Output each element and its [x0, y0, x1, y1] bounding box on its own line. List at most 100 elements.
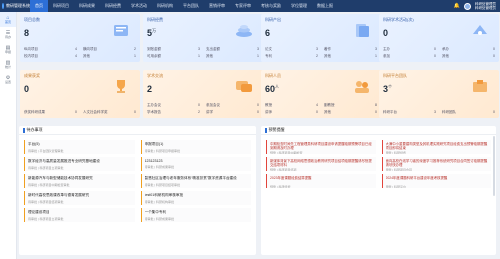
nav-item-0[interactable]: 首页	[30, 0, 48, 12]
todo-item[interactable]: 数字经济与高质量发展推进专业研究基地建设 待审批 | 科研项目立项审批	[24, 157, 135, 171]
meta-label: 讲学	[206, 110, 213, 114]
meta-value: 3	[316, 47, 318, 51]
meta-label: 其他	[324, 54, 331, 58]
stat-card-6[interactable]: 科研人员 60人 教授 4 副教授 8 讲师 0 其他 0	[261, 70, 381, 118]
user-info[interactable]: 科研处管理员 科研处管理员	[475, 2, 496, 10]
logo-icon	[2, 3, 4, 9]
meta-label: 学术报告	[147, 110, 161, 114]
stat-card-meta: 科研平台 3	[383, 110, 436, 115]
meta-label: 其他	[206, 54, 213, 58]
meta-value: 0	[434, 47, 436, 51]
meta-value: 1	[375, 54, 377, 58]
stat-card-1[interactable]: 科研经费 5万 到账金额 3 支出金额 3 可用余额 1 其他 1	[143, 14, 263, 62]
logo-text: 教研管理系统	[6, 3, 30, 8]
todo-item[interactable]: 一个集中专利 待审批 | 科研成果审批	[140, 208, 251, 222]
bell-icon[interactable]: 🔔	[454, 3, 460, 9]
meta-label: 讲师	[265, 110, 272, 114]
todo-panel-title: 待办事项	[26, 127, 43, 132]
warning-item[interactable]: 2024年度课题科研平台建设年度考核提醒 预警 | 科研平台	[381, 174, 491, 188]
user-area: 🔔 科研处管理员 科研处管理员	[454, 0, 496, 12]
stat-card-meta: 到账金额 3	[147, 47, 200, 52]
title-accent-bar	[265, 127, 267, 133]
todo-item[interactable]: 申报项目(1) 待审批 | 科研项目申报审批	[140, 140, 251, 154]
avatar[interactable]	[464, 2, 471, 10]
nav-item-3[interactable]: 科研经费	[100, 0, 126, 12]
meta-value: 4	[75, 47, 77, 51]
app-logo[interactable]: 教研管理系统	[0, 3, 30, 9]
warning-item-subtitle: 预警 | 科研经费	[270, 185, 291, 188]
todo-item[interactable]: 123123123 待审批 | 科研成果审批	[140, 157, 251, 171]
stat-card-meta: 人文社会科学奖 0	[83, 110, 136, 115]
todo-item[interactable]: 理论建设项目 待审批 | 科研项目立项审批	[24, 208, 135, 222]
warning-item[interactable]: 2023年度课题经费结算提醒 预警 | 科研经费	[266, 174, 376, 188]
stat-card-breakdown: 获奖科研成果 0 人文社会科学奖 0	[24, 110, 136, 115]
nav-item-7[interactable]: 营销评审	[204, 0, 230, 12]
stat-card-meta: 承办 0	[442, 47, 495, 52]
warning-item-title: 2024年度课题科研平台建设年度考核提醒	[385, 176, 448, 180]
meta-value: 2	[134, 47, 136, 51]
meta-value: 0	[375, 110, 377, 114]
meta-label: 专利	[265, 54, 272, 58]
meta-value: 0	[434, 54, 436, 58]
meta-label: 校内项目	[24, 54, 38, 58]
todo-item[interactable]: test01科研机构审核审批 待审批 | 科研机构审批	[140, 191, 251, 205]
todo-item-subtitle: 待审批 | 科研项目中期检查审批	[28, 182, 70, 187]
stat-card-meta: 科研团队 0	[442, 110, 495, 115]
nav-item-6[interactable]: 平台团队	[178, 0, 204, 12]
stat-card-3[interactable]: 科研学术活动(次) 0 主办 0 承办 0 参加 0 其他 0	[379, 14, 499, 62]
todo-item[interactable]: 新能源汽车与新型储能技术协同发展研究 待审批 | 科研项目中期检查审批	[24, 174, 135, 188]
meta-value: 0	[316, 110, 318, 114]
meta-value: 8	[375, 103, 377, 107]
stat-card-meta: 横向项目 2	[83, 47, 136, 52]
stat-card-2[interactable]: 科研产出 6 论文 3 著作 3 专利 2 其他 1	[261, 14, 381, 62]
meta-label: 纵向项目	[24, 47, 38, 51]
warning-item-title: 中期检查时间先工程管理类科研项目建设申请提醒临期预警项目已经到期请及时办理	[270, 142, 372, 150]
nav-item-11[interactable]: 数据上报	[312, 0, 338, 12]
nav-item-1[interactable]: 科研项目	[48, 0, 74, 12]
meta-value: 1	[198, 54, 200, 58]
todo-item[interactable]: 智慧社区治理与老年服务体系“精准扶贫”数字资源平台建设 待审批 | 科研项目结项审…	[140, 174, 251, 188]
meta-label: 承办	[442, 47, 449, 51]
warning-item-title: 面向高校在线学习者的深度学习推荐系统研究项目合同签订临期提醒请尽快办理	[385, 159, 488, 167]
stat-card-breakdown: 教授 4 副教授 8 讲师 0 其他 0	[265, 103, 377, 115]
meta-value: 0	[257, 110, 259, 114]
stat-card-4[interactable]: 成果获奖 0 获奖科研成果 0 人文社会科学奖 0	[20, 70, 140, 118]
stat-card-0[interactable]: 项目总数 8 纵向项目 4 横向项目 2 校内项目 4 其他 1	[20, 14, 140, 62]
meta-value: 0	[493, 54, 495, 58]
nav-item-5[interactable]: 科研机构	[152, 0, 178, 12]
stat-card-illustration	[233, 78, 255, 94]
warning-item[interactable]: 大满中小重要建构类型及其机理实践研究项目经费支出预警临期提醒项目即将结束 预警 |…	[381, 140, 491, 154]
stat-card-meta: 论文 3	[265, 47, 318, 52]
scrollbar[interactable]	[493, 136, 495, 196]
meta-value: 2	[198, 110, 200, 114]
stat-card-breakdown: 科研平台 3 科研团队 0	[383, 110, 495, 115]
todo-item-title: 一个集中专利	[144, 210, 167, 214]
todo-item[interactable]: 新时代高校思政课改革与德育发展研究 待审批 | 科研项目结项审批	[24, 191, 135, 205]
meta-value: 0	[75, 110, 77, 114]
stat-card-meta: 参加 0	[383, 54, 436, 59]
stat-card-meta: 副教授 8	[324, 103, 377, 108]
nav-item-2[interactable]: 科研成果	[74, 0, 100, 12]
nav-item-10[interactable]: 学位管理	[286, 0, 312, 12]
warning-item-subtitle: 预警 | 科研项目结项	[270, 168, 297, 171]
stat-card-breakdown: 主办 0 承办 0 参加 0 其他 0	[383, 47, 495, 59]
todo-item-title: test01科研机构审核审批	[144, 193, 184, 197]
meta-value: 0	[493, 110, 495, 114]
stat-card-illustration	[110, 22, 132, 38]
todo-item-title: 平台(5)	[28, 142, 40, 146]
warning-item[interactable]: 面向高校在线学习者的深度学习推荐系统研究项目合同签订临期提醒请尽快办理 预警 | …	[381, 157, 491, 171]
meta-value: 3	[434, 110, 436, 114]
todo-item[interactable]: 平台(5) 待审批 | 平台团队管理审批	[24, 140, 135, 154]
nav-item-4[interactable]: 学术活动	[126, 0, 152, 12]
warning-item[interactable]: 新媒体背景下高校网络思想政治教育研究项目结项临期提醒请尽快提交结项材料 预警 | …	[266, 157, 376, 171]
meta-label: 参加会议	[206, 103, 220, 107]
nav-item-8[interactable]: 专家评审	[230, 0, 256, 12]
nav-item-9[interactable]: 考核与奖励	[256, 0, 286, 12]
warning-item[interactable]: 中期检查时间先工程管理类科研项目建设申请提醒临期预警项目已经到期请及时办理 预警 …	[266, 140, 376, 154]
stat-card-meta: 学术报告 2	[147, 110, 200, 115]
warning-panel: 预警提醒 中期检查时间先工程管理类科研项目建设申请提醒临期预警项目已经到期请及时…	[261, 126, 496, 255]
warning-item-title: 2023年度课题经费结算提醒	[270, 176, 312, 180]
meta-label: 其他	[83, 54, 90, 58]
stat-card-7[interactable]: 科研平台团队 3个 科研平台 3 科研团队 0	[379, 70, 499, 118]
stat-card-5[interactable]: 学术交流 2 主办会议 0 参加会议 0 学术报告 2 讲学 0	[143, 70, 263, 118]
